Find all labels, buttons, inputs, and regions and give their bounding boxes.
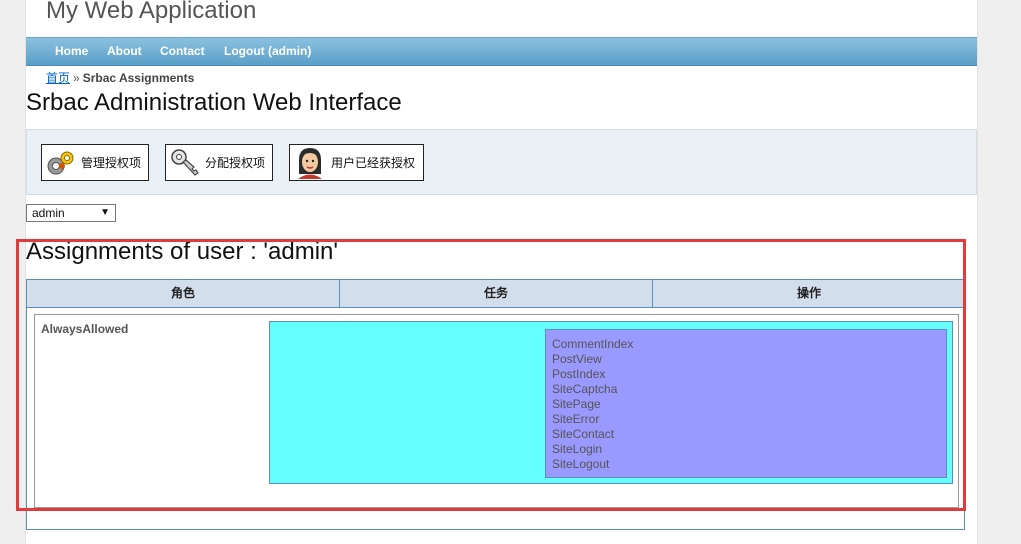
app-title: My Web Application [46,0,257,24]
chevron-down-icon: ▼ [100,207,110,218]
operation-item: SiteError [552,412,600,426]
user-assignments-label: 用户已经获授权 [331,156,416,170]
operation-item: SiteContact [552,427,615,441]
assignments-table: 角色 任务 操作 AlwaysAllowed CommentIndex Post… [26,279,965,530]
column-header-operations: 操作 [652,280,965,307]
manage-auth-items-button[interactable]: 管理授权项 [41,144,149,181]
column-header-tasks: 任务 [339,280,652,307]
key-icon [171,148,199,176]
user-select[interactable]: admin ▼ [26,204,116,222]
role-name: AlwaysAllowed [41,322,129,336]
assign-auth-items-label: 分配授权项 [205,156,266,170]
page-container: My Web Application Home About Contact Lo… [25,0,978,544]
menu-logout-link[interactable]: Logout (admin) [224,44,311,58]
srbac-toolbar: 管理授权项 分配授权项 用户已经获授权 [26,129,977,195]
breadcrumb-home-link[interactable]: 首页 [46,71,70,85]
task-box: CommentIndex PostView PostIndex SiteCapt… [269,321,953,484]
operation-item: SitePage [552,397,601,411]
gears-icon [47,151,74,174]
menu-about-link[interactable]: About [107,44,142,58]
operation-item: SiteLogin [552,442,603,456]
manage-auth-items-label: 管理授权项 [81,156,142,170]
assign-auth-items-button[interactable]: 分配授权项 [165,144,273,181]
operation-item: PostIndex [552,367,606,381]
user-assignments-button[interactable]: 用户已经获授权 [289,144,424,181]
page-title: Srbac Administration Web Interface [26,89,402,116]
breadcrumb-separator: » [73,71,80,85]
user-face-icon [298,148,322,179]
menu-home-link[interactable]: Home [55,44,88,58]
assignment-row: AlwaysAllowed CommentIndex PostView Post… [34,314,959,508]
operation-item: SiteLogout [552,457,610,471]
column-header-roles: 角色 [170,286,195,300]
operations-box: CommentIndex PostView PostIndex SiteCapt… [545,329,947,478]
breadcrumb-current: Srbac Assignments [82,71,195,85]
breadcrumb: 首页» Srbac Assignments [46,69,194,86]
table-header-row: 角色 任务 操作 [27,280,964,308]
operation-item: PostView [552,352,602,366]
user-select-value: admin [32,206,65,220]
assignments-title: Assignments of user : 'admin' [26,238,338,265]
menu-contact-link[interactable]: Contact [160,44,205,58]
operation-item: CommentIndex [552,337,634,351]
main-menu: Home About Contact Logout (admin) [26,37,977,66]
operation-item: SiteCaptcha [552,382,618,396]
